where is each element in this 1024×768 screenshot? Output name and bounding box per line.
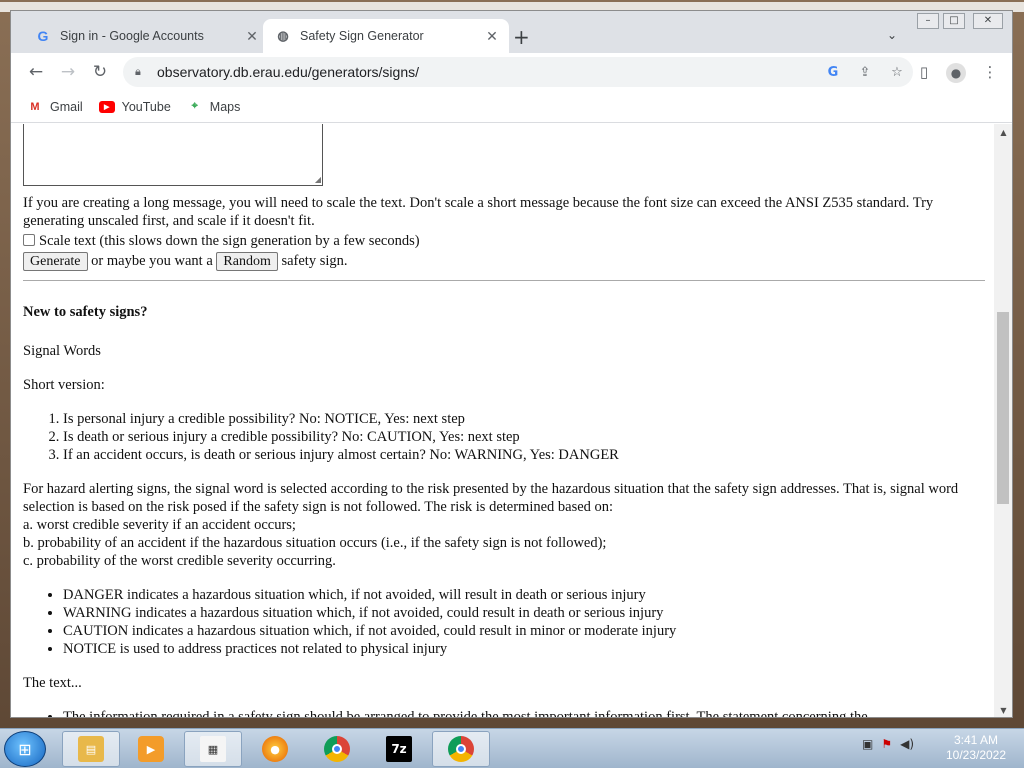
list-item: Is personal injury a credible possibilit… [63, 410, 983, 428]
media-player-icon: ▶ [138, 736, 164, 762]
close-icon[interactable]: ✕ [481, 28, 503, 45]
definitions-list: DANGER indicates a hazardous situation w… [63, 586, 983, 658]
resize-grip-icon[interactable]: ◢ [315, 175, 321, 184]
scale-option: Scale text (this slows down the sign gen… [23, 232, 983, 250]
scale-text-checkbox[interactable] [23, 234, 35, 246]
list-item: CAUTION indicates a hazardous situation … [63, 622, 983, 640]
hazard-c: c. probability of the worst credible sev… [23, 553, 336, 569]
minimize-icon[interactable]: – [917, 13, 939, 29]
page-content: ◢ If you are creating a long message, yo… [11, 124, 994, 717]
network-icon[interactable]: ▣ [862, 737, 873, 751]
avatar: ● [946, 63, 966, 83]
browser-toolbar: ← → ↻ 🔒︎ observatory.db.erau.edu/generat… [11, 53, 1012, 91]
action-center-icon[interactable]: ⚑ [881, 737, 892, 751]
start-button[interactable]: ⊞ [4, 731, 46, 767]
or-text: or maybe you want a [91, 253, 213, 269]
list-item: Is death or serious injury a credible po… [63, 428, 983, 446]
maximize-icon[interactable]: □ [943, 13, 965, 29]
tab-safety-sign-generator[interactable]: ◍ Safety Sign Generator ✕ [263, 19, 509, 53]
google-lens-icon[interactable]: G [817, 65, 849, 80]
firefox-icon: ● [262, 736, 288, 762]
system-tray: ▣ ⚑ ◀) [862, 737, 914, 751]
clock-time: 3:41 AM [953, 733, 999, 747]
scrollbar-thumb[interactable] [997, 312, 1009, 504]
steps-list: Is personal injury a credible possibilit… [63, 410, 983, 464]
list-item: If an accident occurs, is death or serio… [63, 446, 983, 464]
bookmark-maps[interactable]: ⌖ Maps [187, 100, 241, 114]
scroll-down-icon[interactable]: ▼ [994, 706, 1012, 715]
hazard-paragraph: For hazard alerting signs, the signal wo… [23, 480, 983, 570]
explorer-icon: ▤ [78, 736, 104, 762]
globe-icon: ◍ [277, 28, 289, 43]
menu-icon[interactable]: ⋮ [979, 61, 1001, 83]
hazard-a: a. worst credible severity if an acciden… [23, 517, 296, 533]
hazard-b: b. probability of an accident if the haz… [23, 535, 607, 551]
youtube-icon: ▶ [98, 100, 115, 113]
list-item: NOTICE is used to address practices not … [63, 640, 983, 658]
message-textarea[interactable]: ◢ [23, 124, 323, 186]
generate-row: Generate or maybe you want a Random safe… [23, 252, 983, 271]
gmail-icon: M [30, 100, 40, 113]
short-version-label: Short version: [23, 377, 105, 393]
text-list: The information required in a safety sig… [63, 708, 983, 717]
close-window-icon[interactable]: ✕ [973, 13, 1003, 29]
hazard-intro: For hazard alerting signs, the signal wo… [23, 481, 959, 515]
url-text[interactable]: observatory.db.erau.edu/generators/signs… [157, 64, 817, 80]
bookmark-star-icon[interactable]: ☆ [881, 65, 913, 80]
chrome-icon [324, 736, 350, 762]
volume-icon[interactable]: ◀) [900, 737, 914, 751]
taskbar-firefox[interactable]: ● [246, 731, 304, 767]
clock[interactable]: 3:41 AM 10/23/2022 [944, 733, 1008, 763]
bookmark-label: Maps [209, 99, 241, 114]
maps-icon: ⌖ [191, 100, 198, 112]
divider [23, 280, 985, 281]
signal-words-heading: Signal Words [23, 343, 101, 359]
page-heading: New to safety signs? [23, 304, 148, 320]
scroll-up-icon[interactable]: ▲ [994, 128, 1012, 137]
tab-search-icon[interactable]: ⌄ [887, 28, 897, 42]
chrome-profile-icon [448, 736, 474, 762]
bookmark-youtube[interactable]: ▶ YouTube [98, 99, 171, 114]
document-icon: ▦ [200, 736, 226, 762]
bookmark-label: Gmail [50, 99, 83, 114]
taskbar-chrome-profile[interactable] [432, 731, 490, 767]
taskbar-chrome[interactable] [308, 731, 366, 767]
taskbar-explorer[interactable]: ▤ [62, 731, 120, 767]
google-icon: G [37, 28, 49, 44]
list-item: DANGER indicates a hazardous situation w… [63, 586, 983, 604]
tab-label: Safety Sign Generator [300, 29, 424, 43]
safety-sign-text: safety sign. [281, 253, 348, 269]
back-icon[interactable]: ← [25, 61, 47, 83]
browser-window: G Sign in - Google Accounts ✕ ◍ Safety S… [10, 10, 1013, 718]
list-item: WARNING indicates a hazardous situation … [63, 604, 983, 622]
bookmarks-bar: M Gmail ▶ YouTube ⌖ Maps [11, 91, 1012, 123]
address-bar[interactable]: 🔒︎ observatory.db.erau.edu/generators/si… [123, 57, 913, 87]
forward-icon[interactable]: → [57, 61, 79, 83]
profile-icon[interactable]: ● [945, 61, 967, 83]
the-text-label: The text... [23, 675, 82, 691]
side-panel-icon[interactable]: ▯ [913, 61, 935, 83]
taskbar-7zip[interactable]: 7z [370, 731, 428, 767]
bookmark-label: YouTube [121, 99, 171, 114]
bookmark-gmail[interactable]: M Gmail [27, 99, 83, 114]
generate-button[interactable]: Generate [23, 252, 88, 271]
new-tab-icon[interactable]: + [513, 25, 530, 49]
taskbar: ⊞ ▤ ▶ ▦ ● 7z ▣ ⚑ ◀) 3:41 AM 10/23/2022 [0, 728, 1024, 768]
random-button[interactable]: Random [216, 252, 278, 271]
list-item: The information required in a safety sig… [63, 708, 983, 717]
taskbar-media-player[interactable]: ▶ [122, 731, 180, 767]
tab-google-sign-in[interactable]: G Sign in - Google Accounts ✕ [23, 19, 269, 53]
clock-date: 10/23/2022 [945, 748, 1007, 762]
reload-icon[interactable]: ↻ [89, 61, 111, 83]
close-icon[interactable]: ✕ [241, 28, 263, 45]
taskbar-document[interactable]: ▦ [184, 731, 242, 767]
7zip-icon: 7z [386, 736, 412, 762]
share-icon[interactable]: ⇪ [849, 65, 881, 80]
tab-strip: G Sign in - Google Accounts ✕ ◍ Safety S… [11, 11, 1012, 53]
scale-note: If you are creating a long message, you … [23, 195, 934, 229]
lock-icon[interactable]: 🔒︎ [135, 65, 147, 79]
tab-label: Sign in - Google Accounts [60, 29, 204, 43]
scale-checkbox-label: Scale text (this slows down the sign gen… [39, 233, 420, 249]
vertical-scrollbar[interactable]: ▲ ▼ [994, 124, 1012, 717]
